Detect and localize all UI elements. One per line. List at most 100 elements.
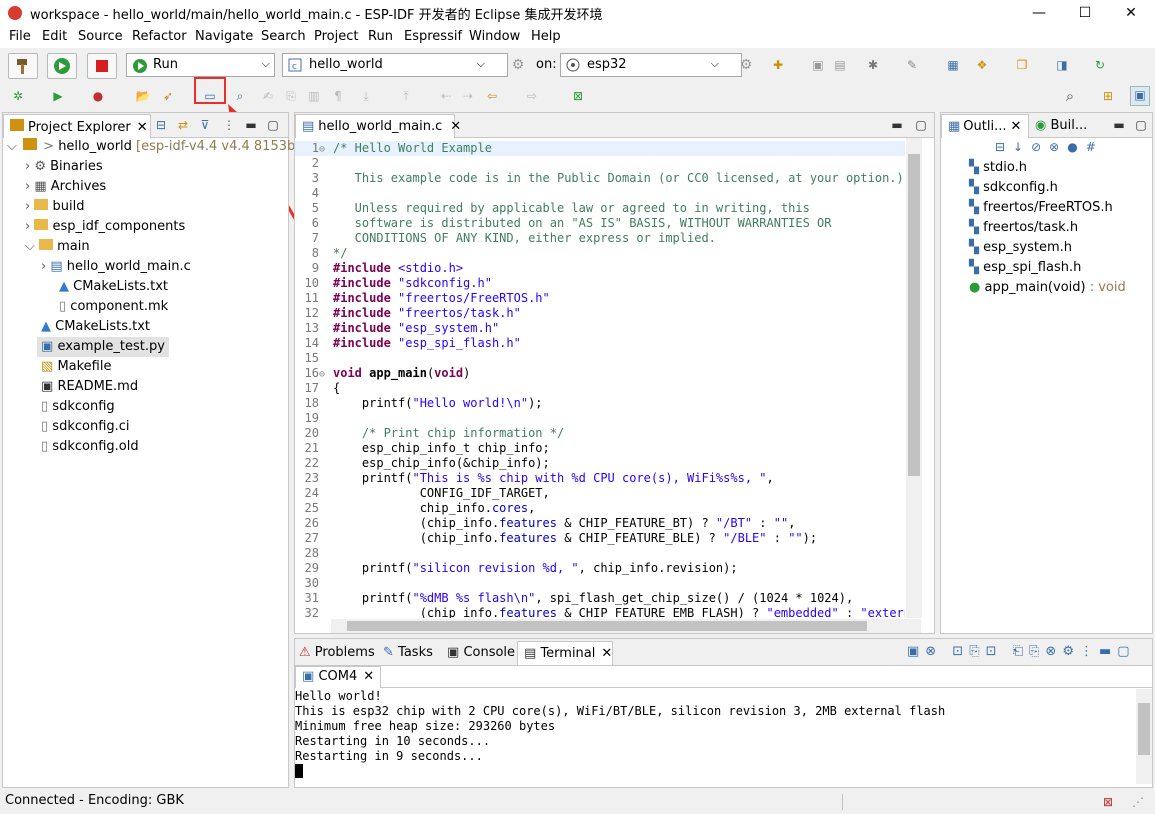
rocket-icon[interactable]: ➶ (160, 88, 176, 104)
menu-source[interactable]: Source (78, 29, 123, 44)
open-perspective-icon[interactable]: ⊞ (1100, 88, 1116, 104)
external-tools-icon[interactable]: ● (90, 88, 106, 104)
tree-item-example-test-py[interactable]: ▣ example_test.py (37, 337, 169, 357)
tree-item-hello-world-main-c[interactable]: › ▤ hello_world_main.c (41, 257, 191, 277)
search-icon[interactable]: ⌕ (232, 88, 248, 104)
tree-item-sdkconfig-ci[interactable]: ▯ sdkconfig.ci (41, 417, 130, 437)
close-icon[interactable]: ✕ (450, 119, 461, 134)
tree-item-cmakelists[interactable]: ▲ CMakeLists.txt (41, 317, 150, 337)
menu-refactor[interactable]: Refactor (132, 29, 187, 44)
back-arrow-icon[interactable]: ⇦ (484, 88, 500, 104)
build-config-icon[interactable]: ✎ (904, 57, 920, 73)
debug-settings-icon[interactable]: ✱ (865, 57, 881, 73)
maximize-view-icon[interactable]: ▢ (265, 117, 281, 133)
search-icon[interactable]: ⌕ (1062, 88, 1078, 104)
tree-item-esp-idf-components[interactable]: › esp_idf_components (25, 217, 185, 237)
launch-config-select[interactable]: c hello_world ⌵ (282, 53, 508, 77)
tree-item-main-cmakelists[interactable]: ▲ CMakeLists.txt (59, 277, 168, 297)
close-icon[interactable]: ✕ (601, 646, 612, 661)
tab-build-targets[interactable]: ◉ Buil... (1035, 118, 1087, 133)
new-project-icon[interactable]: ❖ (974, 57, 990, 73)
forward-edit-icon[interactable]: ⇢ (460, 88, 476, 104)
scrollbar-thumb[interactable] (908, 154, 920, 476)
maximize-view-icon[interactable]: ▢ (1133, 117, 1149, 133)
close-icon[interactable]: ✕ (363, 669, 374, 684)
tab-console[interactable]: ▣ Console (447, 645, 515, 660)
tab-tasks[interactable]: ✎ Tasks (383, 645, 433, 660)
build-button[interactable] (8, 53, 38, 79)
menu-navigate[interactable]: Navigate (195, 29, 253, 44)
menu-run[interactable]: Run (368, 29, 393, 44)
tree-item-main[interactable]: ⌵ main (25, 237, 90, 257)
close-icon[interactable]: ✕ (1011, 119, 1022, 134)
tree-item-sdkconfig-old[interactable]: ▯ sdkconfig.old (41, 437, 139, 457)
new-icon[interactable]: ✚ (770, 57, 786, 73)
save-all-icon[interactable]: ▤ (832, 57, 848, 73)
minimize-view-icon[interactable]: ▬ (1111, 117, 1127, 133)
gear-icon[interactable]: ⚙ (510, 57, 526, 73)
menu-project[interactable]: Project (314, 29, 358, 44)
menu-window[interactable]: Window (469, 29, 520, 44)
tree-item-sdkconfig[interactable]: ▯ sdkconfig (41, 397, 115, 417)
forward-arrow-icon[interactable]: ⇨ (524, 88, 540, 104)
outline-item[interactable]: ▚ stdio.h (969, 158, 1027, 178)
cpp-perspective-icon[interactable]: ▣ (1130, 86, 1150, 106)
save-icon[interactable]: ▣ (810, 57, 826, 73)
tab-hello-world-main-c[interactable]: ▤ hello_world_main.c ✕ (295, 114, 461, 138)
launch-target-select[interactable]: esp32 ⌵ (560, 53, 742, 77)
tab-project-explorer[interactable]: Project Explorer ✕ (3, 114, 151, 138)
pilcrow-icon[interactable]: ¶ (330, 88, 346, 104)
last-edit-icon[interactable]: ⇠ (438, 88, 454, 104)
gear-icon[interactable]: ⚙ (738, 57, 754, 73)
tab-terminal[interactable]: ▤ Terminal ✕ (517, 641, 613, 665)
launch-button[interactable] (47, 53, 77, 79)
minimize-view-icon[interactable]: ▬ (243, 117, 259, 133)
block-select-icon[interactable]: ▥ (306, 88, 322, 104)
tree-item-readme[interactable]: ▣ README.md (41, 377, 138, 397)
tree-item-binaries[interactable]: › ⚙ Binaries (25, 157, 103, 177)
outline-item[interactable]: ▚ freertos/FreeRTOS.h (969, 198, 1113, 218)
mark-occurrences-icon[interactable]: ⎘ (283, 88, 299, 104)
error-log-icon[interactable]: ⊠ (1100, 794, 1116, 810)
close-button[interactable]: ✕ (1108, 0, 1154, 26)
outline-item[interactable]: ▚ sdkconfig.h (969, 178, 1058, 198)
code-editor[interactable]: 1⊖/* Hello World Example 2 3 This example… (295, 138, 905, 618)
menu-edit[interactable]: Edit (42, 29, 67, 44)
fold-icon[interactable]: ⊖ (319, 142, 333, 157)
close-icon[interactable]: ✕ (137, 120, 148, 135)
maximize-view-icon[interactable]: ▢ (913, 117, 929, 133)
tree-item-component-mk[interactable]: ▯ component.mk (59, 297, 168, 317)
menu-search[interactable]: Search (261, 29, 306, 44)
tree-item-makefile[interactable]: ▧ Makefile (41, 357, 111, 377)
open-terminal-icon[interactable]: ▭ (202, 88, 218, 104)
outline-item[interactable]: ● app_main(void) : void (969, 278, 1126, 298)
minimize-button[interactable]: — (1016, 0, 1062, 26)
tree-item-hello-world[interactable]: ⌵ > hello_world [esp-idf-v4.4 v4.4 8153b… (7, 137, 313, 157)
minimize-view-icon[interactable]: ▬ (889, 117, 905, 133)
open-folder-icon[interactable]: 📂 (135, 88, 151, 104)
maximize-button[interactable]: ☐ (1062, 0, 1108, 26)
view-menu-icon[interactable]: ⋮ (221, 117, 237, 133)
editor-horizontal-scrollbar[interactable] (331, 619, 921, 633)
outline-item[interactable]: ▚ esp_system.h (969, 238, 1072, 258)
outline-item[interactable]: ▚ esp_spi_flash.h (969, 258, 1081, 278)
new-folder-icon[interactable]: ❐ (1014, 57, 1030, 73)
filter-icon[interactable]: ⊽ (197, 117, 213, 133)
run-icon[interactable]: ▶ (50, 88, 66, 104)
tab-com4[interactable]: ▣ COM4 ✕ (295, 666, 381, 688)
pin-editor-icon[interactable]: ⊠ (570, 88, 586, 104)
tree-item-archives[interactable]: › ▦ Archives (25, 177, 106, 197)
tab-problems[interactable]: ⚠ Problems (299, 645, 375, 660)
collapse-all-icon[interactable]: ⊟ (153, 117, 169, 133)
menu-help[interactable]: Help (531, 29, 561, 44)
debug-icon[interactable]: ✲ (10, 88, 26, 104)
refresh-icon[interactable]: ↻ (1092, 57, 1108, 73)
menu-file[interactable]: File (9, 29, 31, 44)
terminal-toolbar[interactable]: ▣⊗ ⊡⎘⊡ ⎗⎘⊗⚙⋮▬▢ (907, 644, 1136, 659)
outline-toolbar[interactable]: ⊟↓⊘⊗●# (995, 140, 1145, 158)
terminal-output[interactable]: Hello world! This is esp32 chip with 2 C… (295, 689, 1135, 784)
binary-icon[interactable]: ▦ (945, 57, 961, 73)
menu-espressif[interactable]: Espressif (404, 29, 462, 44)
scrollbar-thumb[interactable] (1138, 703, 1150, 755)
terminal-vertical-scrollbar[interactable] (1136, 689, 1152, 784)
